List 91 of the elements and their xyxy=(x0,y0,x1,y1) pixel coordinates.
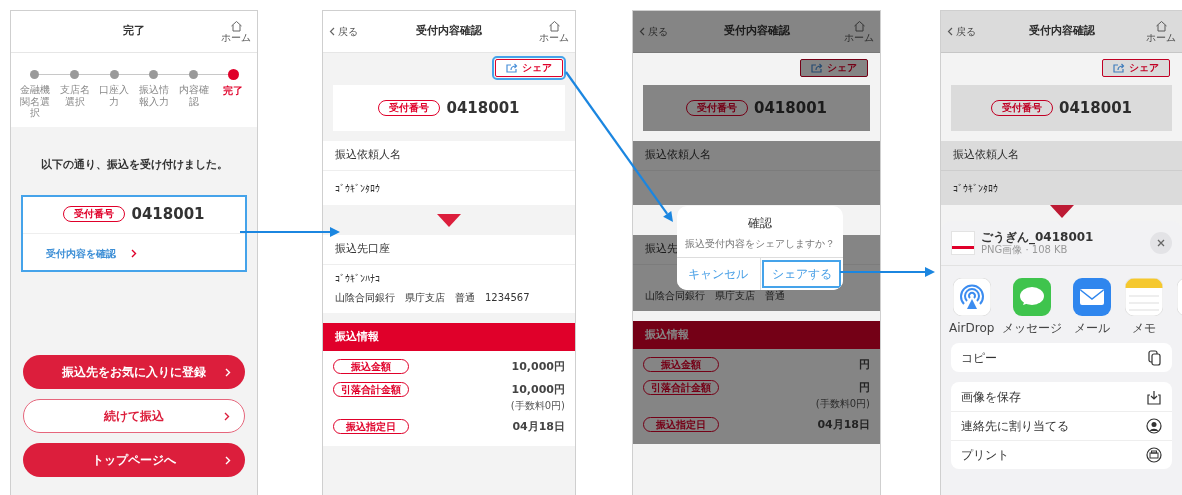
home-button[interactable]: ホーム xyxy=(221,20,251,43)
receipt-label: 受付番号 xyxy=(990,100,1053,116)
home-icon xyxy=(1154,20,1168,32)
person-icon xyxy=(1146,418,1162,435)
home-icon xyxy=(547,20,561,32)
account-info: 山陰合同銀行 県庁支店 普通 1234567 xyxy=(335,291,531,305)
field-value: 10,000円 xyxy=(511,359,565,375)
share-target[interactable]: メモ xyxy=(1122,278,1167,338)
share-icon xyxy=(1113,63,1125,73)
save-icon xyxy=(1146,388,1162,405)
home-icon xyxy=(852,20,866,32)
back-button[interactable]: 戻る xyxy=(639,24,668,39)
receipt-label: 受付番号 xyxy=(63,206,126,222)
down-triangle-icon xyxy=(437,213,461,227)
field-value: 04月18日 xyxy=(817,417,870,433)
field-value: 円 xyxy=(859,379,870,396)
step-label: 内容確認 xyxy=(177,84,210,107)
share-icon xyxy=(811,63,823,73)
share-target[interactable]: メール xyxy=(1070,278,1115,338)
home-button[interactable]: ホーム xyxy=(1146,20,1176,43)
close-button[interactable] xyxy=(1150,232,1172,255)
section-label: 振込先 xyxy=(645,241,678,258)
chevron-icon xyxy=(639,27,645,36)
field-value: 04月18日 xyxy=(512,419,565,435)
share-button[interactable]: シェア xyxy=(495,59,563,77)
envelope-icon xyxy=(1073,278,1112,317)
fee-note: (手数料0円) xyxy=(510,399,565,413)
speech-bubble-icon xyxy=(1013,278,1052,317)
section-label: 振込依頼人名 xyxy=(953,147,1019,164)
image-thumbnail xyxy=(951,231,975,256)
section-header: 振込情報 xyxy=(633,321,880,349)
receipt-label: 受付番号 xyxy=(685,100,748,116)
section-header: 振込情報 xyxy=(323,323,575,351)
notepad-icon xyxy=(1125,278,1164,317)
dialog-title: 確認 xyxy=(747,215,773,232)
step-label: 口座入力 xyxy=(98,84,131,107)
account-info: 山陰合同銀行 県庁支店 普通 xyxy=(645,289,786,303)
file-info: PNG画像 · 108 KB xyxy=(981,244,1068,257)
screen-title: 受付内容確認 xyxy=(1027,23,1096,40)
close-icon xyxy=(1157,239,1165,248)
share-target[interactable]: AirDrop xyxy=(949,278,995,338)
home-icon xyxy=(229,20,243,32)
share-action[interactable]: 画像を保存 xyxy=(951,382,1172,412)
action-button[interactable]: 振込先をお気に入りに登録 xyxy=(23,355,245,389)
back-button[interactable]: 戻る xyxy=(947,24,976,39)
field-value: 円 xyxy=(859,357,870,373)
field-value: 10,000円 xyxy=(511,381,565,398)
chevron-icon xyxy=(225,455,231,465)
section-label: 振込先口座 xyxy=(335,241,390,258)
fee-note: (手数料0円) xyxy=(815,397,870,411)
receipt-label: 受付番号 xyxy=(378,100,441,116)
sender-name: ｺﾞｳｷﾞﾝﾀﾛｳ xyxy=(953,181,998,196)
receipt-number: 0418001 xyxy=(1058,97,1133,119)
share-target[interactable]: メッセージ xyxy=(1002,278,1063,338)
copy-icon xyxy=(1146,349,1162,366)
home-button[interactable]: ホーム xyxy=(539,20,569,43)
screen-title: 受付内容確認 xyxy=(722,23,791,40)
airdrop-icon xyxy=(952,278,991,317)
down-triangle-icon xyxy=(1049,205,1074,218)
chevron-icon xyxy=(224,411,230,421)
payee-name: ｺﾞｳｷﾞﾝﾊﾅｺ xyxy=(335,272,381,286)
screen-title: 受付内容確認 xyxy=(415,23,483,40)
step-label: 振込情報入力 xyxy=(137,84,170,107)
share-action[interactable]: 連絡先に割り当てる xyxy=(951,411,1172,441)
chevron-icon xyxy=(131,248,137,258)
action-button[interactable]: 続けて振込 xyxy=(23,399,245,433)
receipt-number: 0418001 xyxy=(131,203,205,225)
chevron-icon xyxy=(329,27,335,36)
chevron-icon xyxy=(947,27,953,36)
step-label: 支店名選択 xyxy=(58,84,91,107)
home-button[interactable]: ホーム xyxy=(844,20,874,43)
printer-icon xyxy=(1146,447,1162,464)
message-text: 以下の通り、振込を受け付けました。 xyxy=(39,156,229,173)
action-button[interactable]: トップページへ xyxy=(23,443,245,477)
sender-name: ｺﾞｳｷﾞﾝﾀﾛｳ xyxy=(335,181,380,196)
share-icon xyxy=(506,63,518,73)
share-action[interactable]: プリント xyxy=(951,440,1172,470)
file-name: ごうぎん_0418001 xyxy=(981,230,1094,245)
receipt-number: 0418001 xyxy=(753,97,828,119)
share-action[interactable]: コピー xyxy=(951,343,1172,373)
receipt-number: 0418001 xyxy=(446,97,520,119)
confirm-link[interactable]: 受付内容を確認 xyxy=(21,234,247,272)
section-label: 振込依頼人名 xyxy=(645,147,711,164)
section-label: 振込依頼人名 xyxy=(335,147,401,164)
screen-title: 完了 xyxy=(122,23,146,40)
step-label: 金融機関名選択 xyxy=(18,84,51,119)
chevron-icon xyxy=(225,367,231,377)
step-label: 完了 xyxy=(222,85,245,97)
back-button[interactable]: 戻る xyxy=(329,24,358,39)
dialog-message: 振込受付内容をシェアしますか？ xyxy=(684,237,836,251)
share-button[interactable]: シェア xyxy=(1102,59,1170,77)
